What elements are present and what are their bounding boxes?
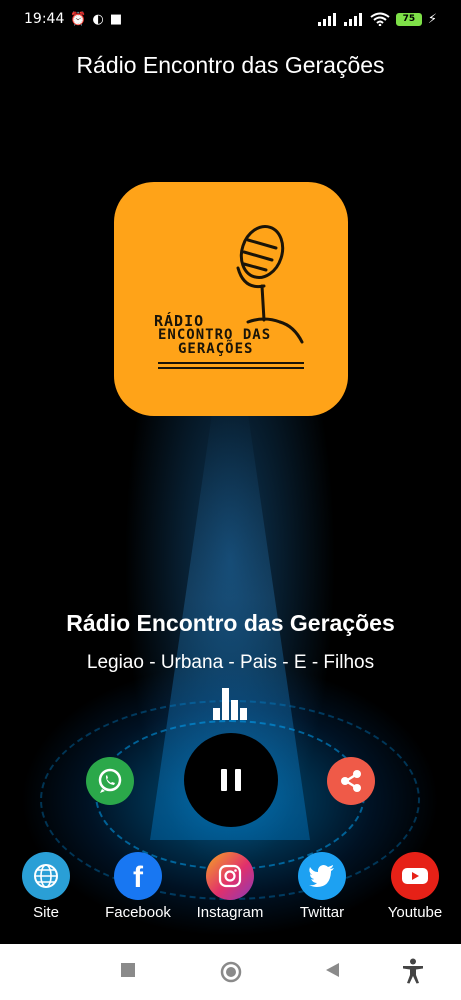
twitter-icon xyxy=(298,852,346,900)
status-bar: 19:44 ⏰ ◐ ■ 75 ⚡ xyxy=(0,0,461,38)
back-icon xyxy=(326,963,339,977)
equalizer-icon xyxy=(213,688,247,720)
social-label: Facebook xyxy=(105,904,171,921)
station-name: Rádio Encontro das Gerações xyxy=(66,610,395,636)
logo-line-2: ENCONTRO DAS xyxy=(158,327,272,343)
whatsapp-icon xyxy=(98,768,122,793)
instagram-icon xyxy=(206,852,254,900)
accessibility-button[interactable] xyxy=(402,958,424,988)
signal-icon xyxy=(317,13,336,26)
youtube-icon xyxy=(391,852,439,900)
signal-icon xyxy=(343,13,362,26)
whatsapp-button[interactable] xyxy=(86,757,134,805)
track-name: Legiao - Urbana - Pais - E - Filhos xyxy=(86,652,375,673)
facebook-icon: f xyxy=(114,852,162,900)
home-button[interactable] xyxy=(220,961,242,987)
home-icon xyxy=(220,961,242,983)
social-label: Twittar xyxy=(299,904,345,921)
recents-button[interactable] xyxy=(120,962,136,982)
share-button[interactable] xyxy=(327,757,375,805)
social-twitter[interactable]: Twittar xyxy=(276,852,368,921)
status-right: 75 ⚡ xyxy=(317,11,437,27)
accessibility-icon xyxy=(403,958,423,984)
system-nav-bar xyxy=(0,944,461,1000)
recents-icon xyxy=(121,963,135,977)
station-logo: RÁDIO ENCONTRO DAS GERAÇÕES xyxy=(114,182,348,416)
social-site[interactable]: Site xyxy=(0,852,92,921)
alarm-icon: ⏰ xyxy=(70,11,87,27)
social-label: Youtube xyxy=(387,904,443,921)
social-links: Site f Facebook Instagram Twittar Youtub… xyxy=(0,852,461,922)
social-label: Site xyxy=(33,904,59,921)
status-left: 19:44 ⏰ ◐ ■ xyxy=(24,11,122,27)
play-pause-button[interactable] xyxy=(184,733,278,827)
logo-line-3: GERAÇÕES xyxy=(178,341,254,357)
app-title: Rádio Encontro das Gerações xyxy=(76,52,385,78)
app-notification-icon: ◐ xyxy=(92,11,104,27)
logo-line-1: RÁDIO xyxy=(154,312,205,330)
back-button[interactable] xyxy=(324,962,340,982)
wifi-icon xyxy=(370,12,390,26)
globe-icon xyxy=(22,852,70,900)
social-facebook[interactable]: f Facebook xyxy=(92,852,184,921)
status-time: 19:44 xyxy=(24,11,65,27)
pause-icon xyxy=(221,769,241,791)
social-instagram[interactable]: Instagram xyxy=(184,852,276,921)
microphone-icon xyxy=(158,225,304,369)
battery-icon: 75 xyxy=(395,12,422,26)
notification-icon: ■ xyxy=(109,11,123,27)
charging-icon: ⚡ xyxy=(427,11,437,27)
social-label: Instagram xyxy=(196,904,264,921)
logo-text: RÁDIO ENCONTRO DAS GERAÇÕES xyxy=(154,312,272,357)
share-icon xyxy=(341,770,361,792)
social-youtube[interactable]: Youtube xyxy=(369,852,461,921)
